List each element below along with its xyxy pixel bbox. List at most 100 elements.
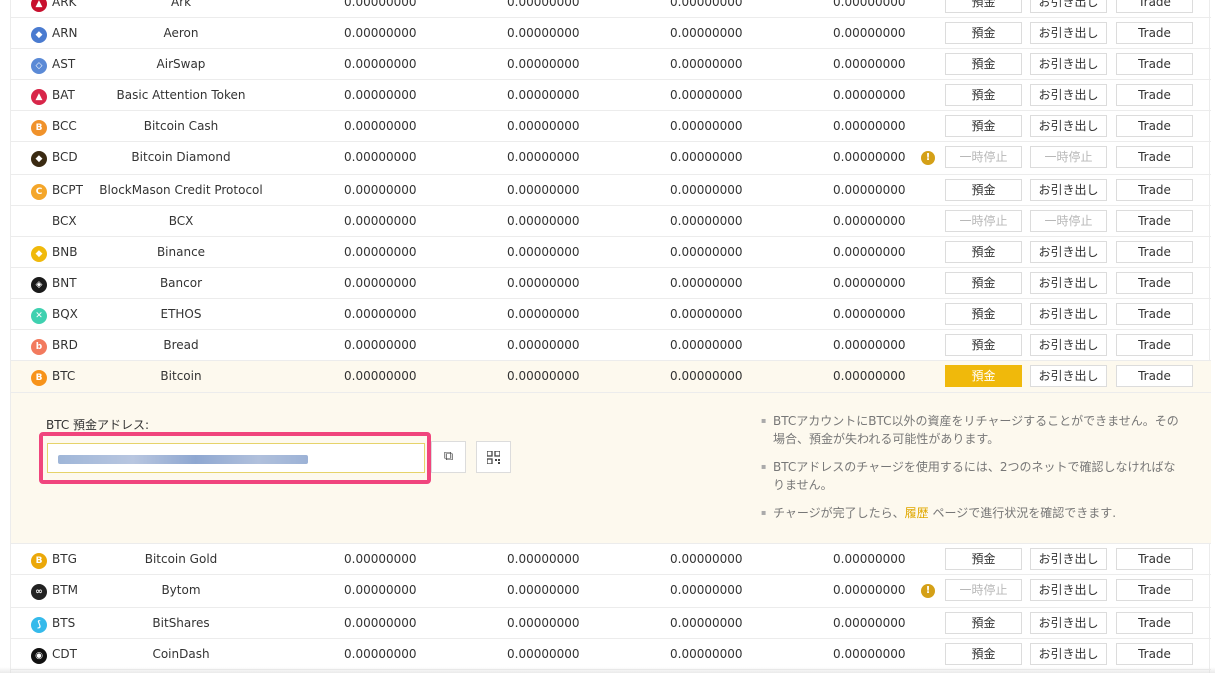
withdraw-button[interactable]: お引き出し [1030, 334, 1107, 356]
trade-button[interactable]: Trade [1116, 365, 1193, 387]
deposit-button[interactable]: 預金 [945, 303, 1022, 325]
btc-value: 0.00000000 [833, 183, 906, 197]
in-order-balance: 0.00000000 [670, 245, 743, 259]
history-link[interactable]: 履歴 [905, 506, 929, 520]
deposit-button[interactable]: 預金 [945, 22, 1022, 44]
deposit-button[interactable]: 預金 [945, 548, 1022, 570]
withdraw-button[interactable]: お引き出し [1030, 53, 1107, 75]
bqx-icon: ✕ [31, 305, 49, 324]
trade-button[interactable]: Trade [1116, 272, 1193, 294]
deposit-button[interactable]: 預金 [945, 643, 1022, 665]
btc-value: 0.00000000 [833, 26, 906, 40]
deposit-button[interactable]: 預金 [945, 272, 1022, 294]
deposit-suspended-button[interactable]: 一時停止 [945, 146, 1022, 168]
withdraw-button[interactable]: お引き出し [1030, 579, 1107, 601]
table-row: B BTC Bitcoin 0.00000000 0.00000000 0.0000000… [11, 361, 1211, 393]
deposit-suspended-button[interactable]: 一時停止 [945, 579, 1022, 601]
total-balance: 0.00000000 [344, 338, 417, 352]
trade-button[interactable]: Trade [1116, 115, 1193, 137]
deposit-button[interactable]: 預金 [945, 53, 1022, 75]
deposit-button[interactable]: 預金 [945, 0, 1022, 13]
warning-icon[interactable]: ! [921, 584, 935, 598]
withdraw-button[interactable]: お引き出し [1030, 84, 1107, 106]
deposit-button[interactable]: 預金 [945, 115, 1022, 137]
trade-button[interactable]: Trade [1116, 334, 1193, 356]
withdraw-button[interactable]: お引き出し [1030, 365, 1107, 387]
withdraw-button[interactable]: お引き出し [1030, 272, 1107, 294]
deposit-suspended-button[interactable]: 一時停止 [945, 210, 1022, 232]
total-balance: 0.00000000 [344, 57, 417, 71]
btc-value: 0.00000000 [833, 57, 906, 71]
table-row: C BCPT BlockMason Credit Protocol 0.0000000… [11, 175, 1211, 206]
withdraw-button[interactable]: お引き出し [1030, 22, 1107, 44]
withdraw-button[interactable]: お引き出し [1030, 303, 1107, 325]
in-order-balance: 0.00000000 [670, 338, 743, 352]
withdraw-button[interactable]: お引き出し [1030, 548, 1107, 570]
total-balance: 0.00000000 [344, 214, 417, 228]
deposit-button[interactable]: 預金 [945, 179, 1022, 201]
in-order-balance: 0.00000000 [670, 119, 743, 133]
deposit-button[interactable]: 預金 [945, 241, 1022, 263]
trade-button[interactable]: Trade [1116, 303, 1193, 325]
deposit-button[interactable]: 預金 [945, 365, 1022, 387]
trade-button[interactable]: Trade [1116, 146, 1193, 168]
asset-name: Ark [170, 0, 192, 9]
deposit-button[interactable]: 預金 [945, 84, 1022, 106]
btc-value: 0.00000000 [833, 338, 906, 352]
total-balance: 0.00000000 [344, 583, 417, 597]
trade-button[interactable]: Trade [1116, 84, 1193, 106]
in-order-balance: 0.00000000 [670, 183, 743, 197]
withdraw-button[interactable]: お引き出し [1030, 0, 1107, 13]
trade-button[interactable]: Trade [1116, 0, 1193, 13]
total-balance: 0.00000000 [344, 245, 417, 259]
btm-icon: ∞ [31, 581, 49, 600]
trade-button[interactable]: Trade [1116, 179, 1193, 201]
asset-name: Bancor [159, 276, 203, 290]
available-balance: 0.00000000 [507, 214, 580, 228]
withdraw-button[interactable]: お引き出し [1030, 643, 1107, 665]
qr-code-button[interactable] [476, 441, 511, 473]
in-order-balance: 0.00000000 [670, 647, 743, 661]
deposit-note: BTCアドレスのチャージを使用するには、2つのネットで確認しなければなりません。 [761, 458, 1181, 494]
trade-button[interactable]: Trade [1116, 643, 1193, 665]
copy-address-button[interactable]: ⧉ [431, 441, 466, 473]
in-order-balance: 0.00000000 [670, 214, 743, 228]
asset-name: Bytom [161, 583, 201, 597]
trade-button[interactable]: Trade [1116, 22, 1193, 44]
in-order-balance: 0.00000000 [670, 616, 743, 630]
available-balance: 0.00000000 [507, 26, 580, 40]
available-balance: 0.00000000 [507, 338, 580, 352]
trade-button[interactable]: Trade [1116, 210, 1193, 232]
copy-icon: ⧉ [443, 449, 454, 464]
btc-value: 0.00000000 [833, 552, 906, 566]
total-balance: 0.00000000 [344, 307, 417, 321]
withdraw-button[interactable]: お引き出し [1030, 179, 1107, 201]
trade-button[interactable]: Trade [1116, 241, 1193, 263]
withdraw-suspended-button[interactable]: 一時停止 [1030, 210, 1107, 232]
deposit-button[interactable]: 預金 [945, 612, 1022, 634]
btc-value: 0.00000000 [833, 583, 906, 597]
warning-icon[interactable]: ! [921, 151, 935, 165]
asset-name: Bitcoin [160, 369, 202, 383]
total-balance: 0.00000000 [344, 150, 417, 164]
available-balance: 0.00000000 [507, 583, 580, 597]
withdraw-suspended-button[interactable]: 一時停止 [1030, 146, 1107, 168]
trade-button[interactable]: Trade [1116, 579, 1193, 601]
table-row: ▲ BAT Basic Attention Token 0.00000000 0.000… [11, 80, 1211, 111]
withdraw-button[interactable]: お引き出し [1030, 612, 1107, 634]
total-balance: 0.00000000 [344, 88, 417, 102]
table-row: ◆ BCD Bitcoin Diamond 0.00000000 0.00000000 0… [11, 142, 1211, 175]
total-balance: 0.00000000 [344, 616, 417, 630]
deposit-address-field[interactable] [47, 443, 425, 473]
trade-button[interactable]: Trade [1116, 548, 1193, 570]
trade-button[interactable]: Trade [1116, 612, 1193, 634]
asset-name: BlockMason Credit Protocol [99, 183, 263, 197]
asset-name: Binance [156, 245, 206, 259]
withdraw-button[interactable]: お引き出し [1030, 241, 1107, 263]
asset-name: CoinDash [152, 647, 210, 661]
btc-value: 0.00000000 [833, 276, 906, 290]
withdraw-button[interactable]: お引き出し [1030, 115, 1107, 137]
deposit-button[interactable]: 預金 [945, 334, 1022, 356]
trade-button[interactable]: Trade [1116, 53, 1193, 75]
table-row: B BCC Bitcoin Cash 0.00000000 0.00000000 0.00… [11, 111, 1211, 142]
